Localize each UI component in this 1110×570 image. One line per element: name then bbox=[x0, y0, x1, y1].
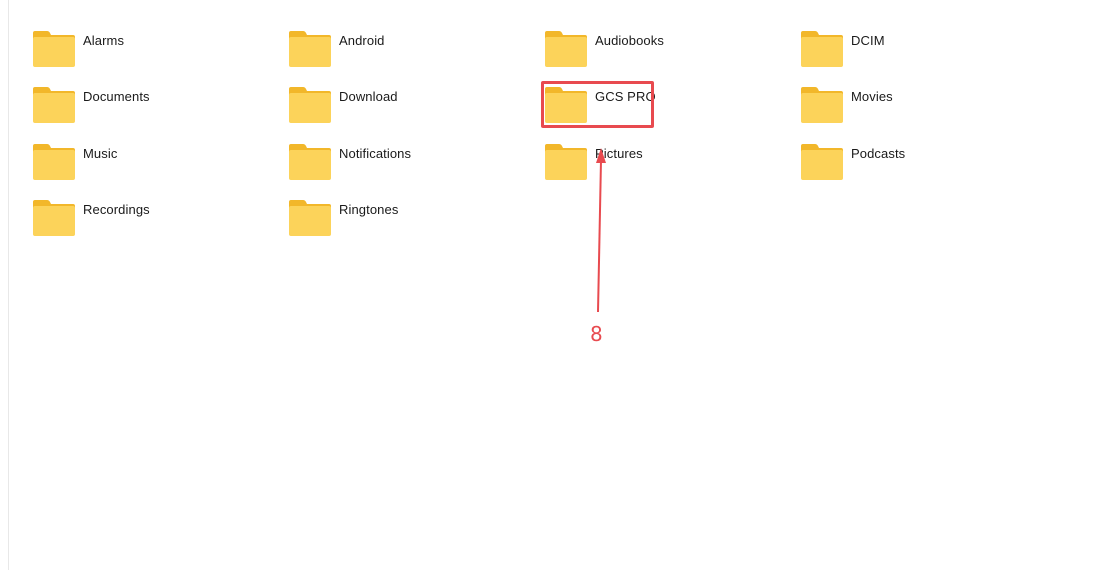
folder-icon bbox=[800, 143, 844, 181]
folder-label: Documents bbox=[83, 89, 150, 104]
folder-item-download[interactable]: Download bbox=[288, 86, 528, 130]
folder-label: Alarms bbox=[83, 33, 125, 48]
folder-item-notifications[interactable]: Notifications bbox=[288, 143, 528, 187]
folder-icon bbox=[288, 199, 332, 237]
folder-label: Podcasts bbox=[851, 146, 906, 161]
folder-item-audiobooks[interactable]: Audiobooks bbox=[544, 30, 784, 74]
folder-label: Notifications bbox=[339, 146, 412, 161]
folder-item-documents[interactable]: Documents bbox=[32, 86, 272, 130]
folder-icon bbox=[32, 199, 76, 237]
folder-item-pictures[interactable]: Pictures bbox=[544, 143, 784, 187]
annotation-step-number: 8 bbox=[590, 322, 603, 346]
folder-icon bbox=[288, 143, 332, 181]
folder-label: Ringtones bbox=[339, 202, 399, 217]
folder-item-podcasts[interactable]: Podcasts bbox=[800, 143, 1040, 187]
folder-icon bbox=[288, 86, 332, 124]
folder-icon bbox=[544, 30, 588, 68]
folder-item-alarms[interactable]: Alarms bbox=[32, 30, 272, 74]
folder-label: Music bbox=[83, 146, 118, 161]
folder-icon bbox=[544, 86, 588, 124]
folder-item-gcs-pro[interactable]: GCS PRO bbox=[544, 86, 784, 130]
folder-label: Movies bbox=[851, 89, 893, 104]
folder-label: Audiobooks bbox=[595, 33, 664, 48]
folder-label: Android bbox=[339, 33, 385, 48]
folder-item-movies[interactable]: Movies bbox=[800, 86, 1040, 130]
folder-icon bbox=[288, 30, 332, 68]
folder-item-music[interactable]: Music bbox=[32, 143, 272, 187]
folder-item-recordings[interactable]: Recordings bbox=[32, 199, 272, 243]
folder-icon bbox=[32, 143, 76, 181]
folder-item-dcim[interactable]: DCIM bbox=[800, 30, 1040, 74]
folder-icon bbox=[800, 86, 844, 124]
folder-label: GCS PRO bbox=[595, 89, 656, 104]
folder-icon bbox=[32, 86, 76, 124]
folder-icon bbox=[544, 143, 588, 181]
folder-icon bbox=[32, 30, 76, 68]
folder-item-android[interactable]: Android bbox=[288, 30, 528, 74]
folder-item-ringtones[interactable]: Ringtones bbox=[288, 199, 528, 243]
folder-label: Recordings bbox=[83, 202, 150, 217]
folder-grid: Alarms Android Audiobooks DCIM Documents… bbox=[0, 0, 1110, 570]
folder-label: Pictures bbox=[595, 146, 643, 161]
folder-label: DCIM bbox=[851, 33, 885, 48]
folder-label: Download bbox=[339, 89, 398, 104]
folder-icon bbox=[800, 30, 844, 68]
